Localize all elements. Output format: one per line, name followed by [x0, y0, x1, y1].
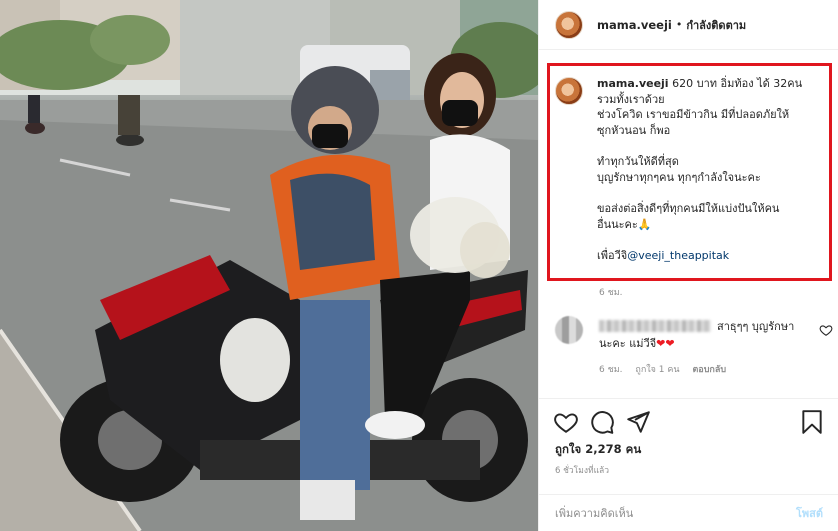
- caption-timestamp[interactable]: 6 ชม.: [599, 285, 623, 299]
- likes-count[interactable]: ถูกใจ 2,278 คน: [555, 441, 641, 459]
- comment-timestamp[interactable]: 6 ชม.: [599, 365, 623, 375]
- comment-text: นะคะ แม่วีจี: [599, 337, 657, 350]
- caption-line: บุญรักษาทุกๆคน ทุกๆกำลังใจนะคะ: [597, 170, 761, 184]
- caption-author-avatar[interactable]: [555, 77, 583, 105]
- post-caption: mama.veeji 620 บาท อิ่มท้อง ได้ 32คน รวม…: [555, 76, 827, 264]
- comment-likes[interactable]: ถูกใจ 1 คน: [635, 365, 679, 375]
- comment-meta: 6 ชม. ถูกใจ 1 คน ตอบกลับ: [599, 362, 726, 376]
- post-timestamp[interactable]: 6 ชั่วโมงที่แล้ว: [555, 463, 609, 477]
- comment-text-line1: สาธุๆๆ บุญรักษา: [717, 320, 795, 333]
- caption-line: รวมทั้งเราด้วย: [597, 92, 665, 106]
- post-actions: ถูกใจ 2,278 คน 6 ชั่วโมงที่แล้ว: [539, 398, 838, 494]
- commenter-avatar-blurred[interactable]: [555, 316, 583, 344]
- comment-like-heart-icon[interactable]: [819, 323, 833, 337]
- caption-username[interactable]: mama.veeji: [597, 77, 669, 90]
- comment-reply-button[interactable]: ตอบกลับ: [692, 365, 726, 375]
- caption-line: ขอส่งต่อสิ่งดีๆที่ทุกคนมีให้แบ่งปันให้คน: [597, 202, 780, 215]
- post-comment-button[interactable]: โพสต์: [796, 504, 823, 522]
- caption-line: ทำทุกวันให้ดีที่สุด: [597, 155, 679, 168]
- mention-link[interactable]: @veeji_theappitak: [627, 249, 729, 262]
- share-icon[interactable]: [625, 409, 651, 435]
- post-photo: [0, 0, 538, 531]
- street-scene-image: [0, 0, 538, 531]
- caption-line: ช่วงโควิด เราขอมีข้าวกิน มีที่ปลอดภัยให้: [597, 108, 790, 121]
- header-separator: •: [675, 18, 683, 31]
- comment-input[interactable]: เพิ่มความคิดเห็น: [555, 504, 796, 522]
- add-comment-bar: เพิ่มความคิดเห็น โพสต์: [539, 494, 838, 531]
- bookmark-icon[interactable]: [799, 409, 825, 435]
- action-icons: [553, 409, 825, 435]
- author-avatar[interactable]: [555, 10, 583, 39]
- caption-line: ซุกหัวนอน ก็พอ: [597, 123, 671, 137]
- author-username[interactable]: mama.veeji: [597, 18, 672, 32]
- caption-line: อื่นนะคะ🙏: [597, 217, 652, 231]
- caption-line: เพื่อวีจิ: [597, 249, 628, 262]
- following-status-button[interactable]: กำลังติดตาม: [686, 16, 746, 34]
- comment-icon[interactable]: [589, 409, 615, 435]
- post-header: mama.veeji • กำลังติดตาม: [539, 0, 838, 50]
- commenter-name-blurred: [599, 320, 711, 332]
- caption-line: 620 บาท อิ่มท้อง ได้ 32คน: [668, 77, 803, 90]
- heart-icon[interactable]: [553, 409, 579, 435]
- caption-text: mama.veeji 620 บาท อิ่มท้อง ได้ 32คน รวม…: [597, 76, 802, 264]
- post-side-panel: mama.veeji • กำลังติดตาม mama.veeji 620 …: [538, 0, 838, 531]
- comment-text-line2: นะคะ แม่วีจี❤❤: [599, 334, 675, 352]
- heart-emoji: ❤❤: [656, 337, 675, 350]
